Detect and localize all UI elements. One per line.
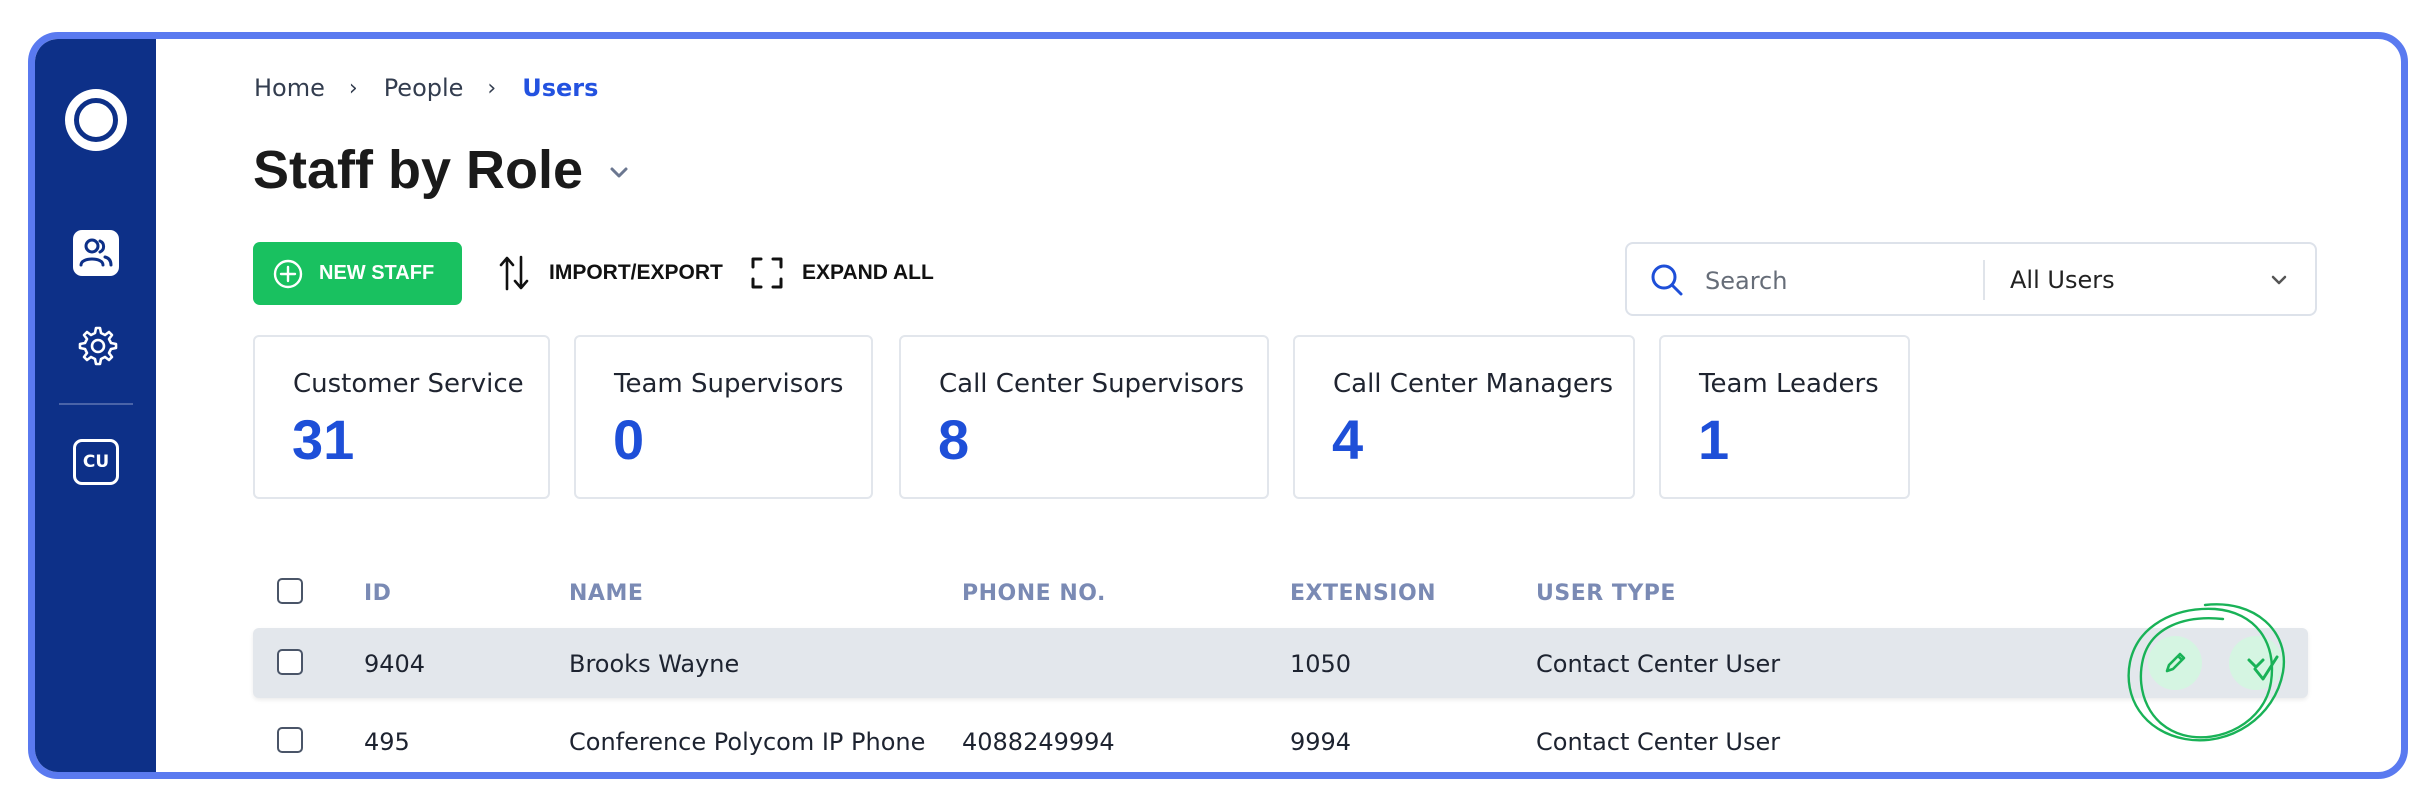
cell-phone: 4088249994: [962, 728, 1115, 756]
stat-label: Customer Service: [293, 369, 524, 399]
expand-all-label: EXPAND ALL: [802, 261, 934, 284]
sort-arrows-icon: [499, 255, 529, 291]
search-filter-bar: All Users: [1625, 242, 2317, 316]
breadcrumb-home[interactable]: Home: [254, 74, 325, 102]
highlight-scribble: [2127, 603, 2286, 742]
column-header-extension[interactable]: EXTENSION: [1290, 581, 1436, 606]
column-header-phone[interactable]: PHONE NO.: [962, 581, 1106, 606]
cell-user-type: Contact Center User: [1536, 728, 1781, 756]
select-all-checkbox[interactable]: [277, 578, 303, 604]
cell-extension: 9994: [1290, 728, 1352, 756]
stat-value: 4: [1332, 408, 1364, 471]
column-header-user-type[interactable]: USER TYPE: [1536, 581, 1676, 606]
column-header-name[interactable]: NAME: [569, 581, 643, 606]
cell-name: Conference Polycom IP Phone: [569, 728, 926, 756]
cell-extension: 1050: [1290, 650, 1352, 678]
stat-card-call-center-managers[interactable]: Call Center Managers 4: [1293, 335, 1635, 499]
import-export-button[interactable]: IMPORT/EXPORT: [497, 251, 723, 295]
expand-icon: [751, 257, 783, 289]
chevron-down-icon[interactable]: [604, 157, 634, 187]
app-frame: CU Home › People › Users Staff by Role N…: [28, 32, 2408, 779]
search-input[interactable]: [1703, 262, 1977, 300]
cell-name: Brooks Wayne: [569, 650, 740, 678]
plus-circle-icon: [273, 259, 303, 288]
stat-label: Team Supervisors: [614, 369, 844, 399]
new-staff-button[interactable]: NEW STAFF: [253, 242, 462, 305]
row-checkbox[interactable]: [277, 727, 303, 753]
stat-label: Team Leaders: [1699, 369, 1879, 399]
stat-card-customer-service[interactable]: Customer Service 31: [253, 335, 550, 499]
column-header-id[interactable]: ID: [364, 581, 391, 606]
chevron-right-icon: ›: [487, 75, 497, 101]
cell-id: 495: [364, 728, 410, 756]
stat-card-team-supervisors[interactable]: Team Supervisors 0: [574, 335, 873, 499]
table-row[interactable]: [253, 628, 2308, 698]
breadcrumb-users[interactable]: Users: [522, 74, 598, 102]
stat-card-team-leaders[interactable]: Team Leaders 1: [1659, 335, 1910, 499]
sidebar: CU: [35, 39, 156, 772]
expand-all-button[interactable]: EXPAND ALL: [750, 251, 934, 295]
cell-id: 9404: [364, 650, 426, 678]
cell-user-type: Contact Center User: [1536, 650, 1781, 678]
stat-card-call-center-supervisors[interactable]: Call Center Supervisors 8: [899, 335, 1269, 499]
stat-label: Call Center Managers: [1333, 369, 1614, 399]
sidebar-divider: [59, 403, 133, 405]
row-checkbox[interactable]: [277, 649, 303, 675]
stat-label: Call Center Supervisors: [939, 369, 1245, 399]
cu-label: CU: [82, 452, 110, 472]
search-icon: [1651, 264, 1683, 296]
stat-value: 1: [1698, 408, 1730, 471]
breadcrumb: Home › People › Users: [254, 74, 598, 102]
cu-icon[interactable]: CU: [73, 439, 119, 485]
page-title: Staff by Role: [253, 140, 584, 200]
stat-value: 8: [938, 408, 970, 471]
import-export-label: IMPORT/EXPORT: [549, 261, 723, 284]
chevron-right-icon: ›: [348, 75, 358, 101]
stat-value: 0: [613, 408, 645, 471]
chevron-down-icon[interactable]: [2267, 268, 2291, 292]
new-staff-label: NEW STAFF: [319, 262, 435, 284]
gear-icon[interactable]: [73, 322, 119, 368]
user-filter-select[interactable]: All Users: [2010, 266, 2115, 294]
logo[interactable]: [65, 89, 127, 151]
divider: [1983, 260, 1985, 300]
breadcrumb-people[interactable]: People: [384, 74, 464, 102]
stat-value: 31: [292, 408, 355, 471]
users-icon[interactable]: [73, 230, 119, 276]
